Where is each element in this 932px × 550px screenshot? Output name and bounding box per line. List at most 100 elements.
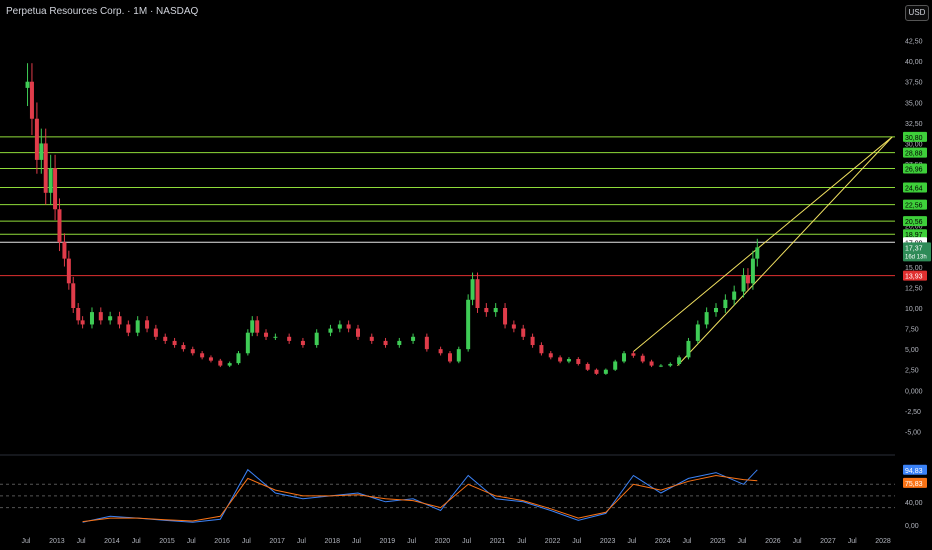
- candle-body: [484, 308, 489, 313]
- candle-body: [48, 168, 53, 193]
- candle-body: [98, 312, 103, 321]
- candle-body: [200, 353, 205, 358]
- candle-body: [39, 143, 44, 160]
- price-level-label: 28,88: [905, 151, 923, 158]
- candle-body: [25, 81, 30, 88]
- price-tick-label: 2,50: [905, 368, 919, 375]
- time-tick-label: Jul: [627, 538, 636, 545]
- candle-body: [236, 353, 241, 364]
- candle-body: [466, 299, 471, 350]
- price-tick-label: -5,00: [905, 429, 921, 436]
- candle-body: [71, 283, 76, 308]
- time-tick-label: 2025: [710, 538, 726, 545]
- time-tick-label: 2014: [104, 538, 120, 545]
- candle-body: [640, 355, 645, 362]
- rsi-tick-label: 0,00: [905, 523, 919, 530]
- time-tick-label: Jul: [517, 538, 526, 545]
- candle-body: [80, 320, 85, 325]
- price-level-label: 26,96: [905, 166, 923, 173]
- candle-body: [548, 353, 553, 358]
- candle-body: [424, 336, 429, 350]
- price-tick-label: 40,00: [905, 59, 923, 66]
- candle-body: [314, 332, 319, 346]
- time-tick-label: 2016: [214, 538, 230, 545]
- time-tick-label: Jul: [132, 538, 141, 545]
- time-tick-label: Jul: [793, 538, 802, 545]
- time-tick-label: Jul: [352, 538, 361, 545]
- candle-body: [585, 363, 590, 370]
- candle-body: [658, 365, 663, 367]
- time-tick-label: 2020: [435, 538, 451, 545]
- price-level-label: 24,64: [905, 186, 923, 193]
- candle-body: [456, 349, 461, 362]
- candle-body: [411, 336, 416, 341]
- candle-body: [493, 308, 498, 313]
- rsi-value-label: 94,83: [905, 468, 923, 475]
- candle-body: [328, 328, 333, 333]
- candle-body: [255, 320, 260, 333]
- price-tick-label: 0,000: [905, 388, 923, 395]
- candle-body: [622, 353, 627, 362]
- candle-body: [227, 363, 232, 366]
- candle-body: [566, 359, 571, 362]
- candle-body: [704, 312, 709, 325]
- candle-body: [521, 328, 526, 337]
- candle-body: [539, 345, 544, 354]
- candle-body: [108, 316, 113, 321]
- time-tick-label: Jul: [297, 538, 306, 545]
- price-tick-label: 37,50: [905, 80, 923, 87]
- candle-body: [511, 324, 516, 329]
- candle-body: [300, 340, 305, 346]
- candle-body: [89, 312, 94, 325]
- candle-body: [57, 209, 62, 243]
- candle-body: [723, 299, 728, 308]
- price-tick-label: 42,50: [905, 39, 923, 46]
- price-tick-label: 32,50: [905, 121, 923, 128]
- time-tick-label: Jul: [682, 538, 691, 545]
- candle-body: [250, 320, 255, 333]
- candle-body: [264, 332, 269, 337]
- candle-body: [287, 336, 292, 341]
- time-tick-label: 2017: [269, 538, 285, 545]
- candle-body: [34, 118, 39, 160]
- time-tick-label: Jul: [848, 538, 857, 545]
- candle-body: [447, 353, 452, 362]
- time-tick-label: Jul: [738, 538, 747, 545]
- candle-body: [163, 336, 168, 341]
- candle-body: [245, 332, 250, 354]
- price-tick-label: 12,50: [905, 285, 923, 292]
- candle-body: [153, 328, 158, 337]
- candle-body: [53, 168, 58, 210]
- currency-button[interactable]: USD: [905, 5, 929, 21]
- candle-body: [603, 369, 608, 374]
- time-tick-label: 2021: [490, 538, 506, 545]
- candle-body: [613, 361, 618, 370]
- time-tick-label: 2024: [655, 538, 671, 545]
- candle-body: [530, 336, 535, 346]
- candle-body: [695, 324, 700, 341]
- chart-background: [0, 0, 932, 550]
- chart-title: Perpetua Resources Corp. · 1M · NASDAQ: [6, 6, 199, 17]
- candle-body: [62, 242, 67, 259]
- time-tick-label: 2022: [545, 538, 561, 545]
- candle-body: [29, 81, 34, 119]
- candle-body: [208, 357, 213, 361]
- candle-body: [218, 360, 223, 366]
- candle-body: [649, 361, 654, 366]
- time-tick-label: 2027: [820, 538, 836, 545]
- candle-body: [43, 143, 48, 193]
- candle-body: [732, 291, 737, 300]
- candle-body: [135, 320, 140, 333]
- time-tick-label: 2013: [49, 538, 65, 545]
- time-tick-label: Jul: [22, 538, 31, 545]
- time-tick-label: 2015: [159, 538, 175, 545]
- candle-body: [503, 308, 508, 325]
- time-tick-label: Jul: [572, 538, 581, 545]
- candle-body: [273, 336, 278, 338]
- chart-canvas[interactable]: -5,00-2,500,0002,505,007,5010,0012,5015,…: [0, 0, 932, 550]
- candle-body: [346, 324, 351, 329]
- last-price-label: 17,37: [905, 245, 923, 252]
- candle-body: [576, 359, 581, 364]
- candle-body: [172, 340, 177, 346]
- price-tick-label: -2,50: [905, 409, 921, 416]
